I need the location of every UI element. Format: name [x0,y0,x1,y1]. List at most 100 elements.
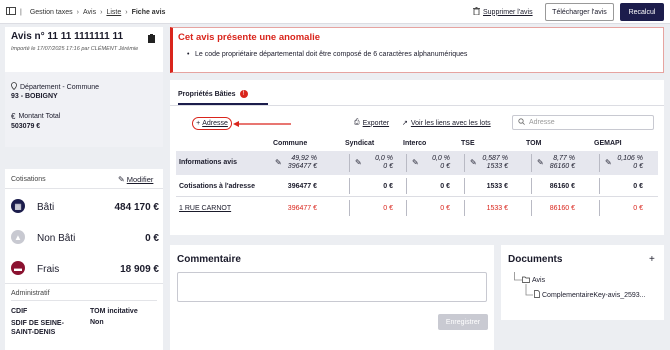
add-address-label: Adresse [202,120,228,127]
tom-value: Non [90,319,104,326]
avis-summary-card: Avis n° 11 11 1111111 11 Importé le 17/0… [5,27,163,147]
address-cell: 0 € [440,205,450,212]
info-amount: 1533 € [486,163,508,170]
edit-rate-pencil-icon[interactable]: ✎ [605,158,612,167]
cotisation-cell: 1533 € [486,183,508,190]
save-button[interactable]: Enregistrer [438,314,488,330]
folder-open-icon [522,276,530,285]
cotisation-frais-label: Frais [37,264,60,275]
edit-rate-pencil-icon[interactable]: ✎ [355,158,362,167]
info-amount: 0 € [633,163,643,170]
info-rate: 0,0 % [432,155,450,162]
comment-panel: Commentaire Enregistrer [170,245,494,350]
column-divider [406,154,407,172]
col-interco: Interco [403,140,427,147]
pencil-icon: ✎ [118,175,125,184]
column-divider [406,178,407,194]
search-placeholder: Adresse [529,119,555,126]
cotisation-frais-value: 18 909 € [120,264,159,275]
export-icon: ⎙ [354,119,360,126]
cotisations-title: Cotisations [11,176,46,183]
info-amount: 396477 € [287,163,317,170]
column-divider [599,154,600,172]
comment-textarea[interactable] [177,272,487,302]
col-syndicat: Syndicat [345,140,375,147]
breadcrumb-item-avis[interactable]: Avis [83,9,96,16]
sidebar-toggle-icon[interactable] [6,7,16,17]
cotisation-bati-value: 484 170 € [114,202,160,213]
table-row-info: Informations avis ✎ 49,92 % 396477 € ✎ 0,0 %… [176,151,658,175]
info-rate: 0,106 % [617,155,643,162]
col-tom: TOM [526,140,542,147]
edit-rate-pencil-icon[interactable]: ✎ [470,158,477,167]
col-tse: TSE [461,140,475,147]
properties-panel: Propriétés Bâties ! + Adresse ⎙ Exporter… [170,80,664,235]
alert-bullet-icon: • [187,51,190,58]
address-search-input[interactable]: Adresse [512,115,654,130]
breadcrumb-chevron-icon: › [125,8,128,16]
cotisations-card: Cotisations ✎ Modifier ▦ Bâti 484 170 € … [5,169,163,350]
cdif-value: SDIF DE SEINE-SAINT-DENIS [11,320,64,336]
address-cell: 1533 € [486,205,508,212]
cotisation-cell: 0 € [383,183,393,190]
recalc-button[interactable]: Recalcul [620,3,664,21]
column-divider [349,178,350,194]
breadcrumb-item-liste[interactable]: Liste [106,9,121,16]
view-links-button[interactable]: ↗ Voir les liens avec les lots [402,119,491,128]
info-rate: 49,92 % [291,155,317,162]
warning-badge-icon: ! [239,90,248,98]
export-button[interactable]: ⎙ Exporter [354,119,389,127]
documents-panel: Documents + Avis ComplementaireKey-avis_… [501,245,664,320]
column-divider [349,154,350,172]
external-link-icon: ↗ [402,120,408,127]
edit-rate-pencil-icon[interactable]: ✎ [275,158,282,167]
breadcrumb-separator: | [20,8,22,16]
add-address-button[interactable]: + Adresse [192,117,232,130]
add-document-button[interactable]: + [649,254,655,265]
table-row-cotisations: Cotisations à l'adresse 396477 € 0 € 0 € 15… [176,175,658,197]
col-gemapi: GEMAPI [594,140,622,147]
column-divider [531,154,532,172]
building-icon: ▦ [11,199,25,213]
download-avis-button[interactable]: Télécharger l'avis [545,3,614,21]
cotisation-bati-label: Bâti [37,202,55,213]
modify-button[interactable]: ✎ Modifier [118,175,153,184]
table-row-address[interactable]: 1 RUE CARNOT 396477 € 0 € 0 € 1533 € 86160 €… [176,197,658,219]
address-row-label[interactable]: 1 RUE CARNOT [179,205,231,212]
copy-icon[interactable] [148,34,155,45]
info-rate: 8,77 % [553,155,575,162]
column-divider [464,154,465,172]
cotisation-cell: 0 € [633,183,643,190]
column-divider [531,178,532,194]
folder-icon: ▬ [11,261,25,275]
column-divider [599,178,600,194]
delete-avis-button[interactable]: Supprimer l'avis [473,7,533,17]
folder-avis[interactable]: Avis [522,276,545,285]
land-icon: ▲ [11,230,25,244]
avis-title: Avis n° 11 11 1111111 11 [11,31,124,42]
breadcrumb-root[interactable]: Gestion taxes [30,9,73,16]
edit-rate-pencil-icon[interactable]: ✎ [412,158,419,167]
export-label: Exporter [362,119,390,127]
info-rate: 0,0 % [375,155,393,162]
info-amount: 0 € [383,163,393,170]
dept-label: Département - Commune [20,83,99,91]
tab-proprietes-baties[interactable]: Propriétés Bâties ! [178,90,248,98]
edit-rate-pencil-icon[interactable]: ✎ [537,158,544,167]
plus-icon: + [196,120,201,127]
info-rate: 0,587 % [482,155,508,162]
documents-title: Documents [508,254,563,265]
breadcrumb-chevron-icon: › [76,8,79,16]
cotisation-cell: 86160 € [549,183,575,190]
breadcrumb: | Gestion taxes › Avis › Liste › Fiche a… [6,7,165,17]
trash-icon [473,7,480,17]
modify-label: Modifier [126,175,154,184]
anomaly-alert: Cet avis présente une anomalie • Le code… [170,27,664,73]
address-cell: 396477 € [287,205,317,212]
cotisations-row-label: Cotisations à l'adresse [179,183,255,190]
annotation-arrow [233,121,291,127]
address-cell: 0 € [633,205,643,212]
cdif-label: CDIF [11,308,28,315]
col-commune: Commune [273,140,308,147]
document-file[interactable]: ComplementaireKey-avis_2593... [534,290,646,300]
